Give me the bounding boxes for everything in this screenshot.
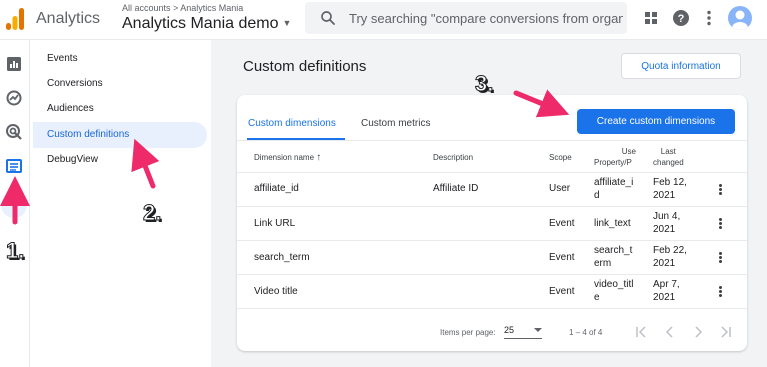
date-line1: Feb 12, — [653, 177, 687, 188]
last-changed-cell: Feb 12, 2021 — [653, 176, 687, 202]
property-line1: video_titl — [594, 279, 634, 290]
dropdown-caret-icon: ▼ — [282, 18, 292, 28]
last-changed-cell: Apr 7, 2021 — [653, 278, 680, 304]
tab-custom-metrics[interactable]: Custom metrics — [361, 118, 430, 129]
nav-item-events[interactable]: Events — [33, 46, 207, 72]
dimension-name-cell: Link URL — [254, 218, 296, 229]
column-header-property: Use Property/P — [594, 146, 636, 168]
last-changed-cell: Jun 4, 2021 — [653, 210, 680, 236]
explore-icon[interactable] — [5, 89, 23, 107]
annotation-step-3: 3. — [474, 71, 494, 97]
search-placeholder: Try searching "compare conversions from … — [349, 11, 623, 26]
property-line2: e — [594, 292, 600, 303]
column-header-dimension-name[interactable]: Dimension name ↑ — [254, 152, 321, 163]
reports-icon[interactable] — [5, 55, 23, 73]
last-page-icon[interactable] — [718, 324, 734, 340]
date-line1: Apr 7, — [653, 279, 680, 290]
previous-page-icon[interactable] — [662, 324, 678, 340]
column-header-last-changed: Last changed — [653, 146, 684, 168]
date-line1: Feb 22, — [653, 245, 687, 256]
annotation-step-2: 2. — [142, 200, 162, 226]
person-icon — [732, 10, 748, 30]
create-custom-dimensions-button[interactable]: Create custom dimensions — [577, 109, 735, 134]
date-line2: 2021 — [653, 190, 676, 201]
dropdown-caret-icon — [534, 328, 542, 332]
rail-active-indicator — [1, 192, 27, 218]
nav-rail — [0, 40, 30, 367]
row-more-icon[interactable] — [715, 251, 725, 265]
property-cell: affiliate_id — [594, 176, 633, 202]
configure-icon[interactable] — [5, 157, 23, 175]
next-page-icon[interactable] — [690, 324, 706, 340]
annotation-step-1: 1. — [5, 238, 25, 264]
dimension-name-cell: search_term — [254, 252, 310, 263]
column-header-description: Description — [433, 153, 474, 162]
property-line2: erm — [594, 258, 612, 269]
nav-item-debugview[interactable]: DebugView — [33, 147, 207, 173]
column-header-label: Dimension name — [254, 153, 315, 162]
date-line1: Jun 4, — [653, 211, 681, 222]
nav-item-custom-definitions[interactable]: Custom definitions — [33, 122, 207, 148]
column-header-property-line2: Property/P — [594, 158, 632, 167]
items-per-page-select[interactable]: 25 — [504, 325, 542, 339]
apps-grid-icon[interactable] — [642, 9, 660, 27]
column-header-scope: Scope — [549, 153, 572, 162]
dimension-name-cell: Video title — [254, 286, 298, 297]
property-selector[interactable]: Analytics Mania demo ▼ — [122, 15, 291, 33]
advertising-icon[interactable] — [5, 123, 23, 141]
first-page-icon[interactable] — [633, 324, 649, 340]
scope-cell: Event — [549, 218, 575, 229]
last-changed-cell: Feb 22, 2021 — [653, 244, 687, 270]
property-line1: affiliate_i — [594, 177, 634, 188]
page-title: Custom definitions — [243, 58, 367, 75]
row-divider — [237, 172, 747, 173]
row-more-icon[interactable] — [715, 285, 725, 299]
search-icon — [321, 11, 335, 25]
column-header-changed-line1: Last — [660, 147, 676, 156]
account-avatar[interactable] — [728, 6, 752, 30]
row-divider — [237, 240, 747, 241]
row-divider — [237, 274, 747, 275]
svg-text:?: ? — [678, 13, 685, 25]
nav-item-conversions[interactable]: Conversions — [33, 71, 207, 97]
help-icon[interactable]: ? — [672, 9, 690, 27]
property-line1: link_text — [594, 218, 631, 229]
date-line2: 2021 — [653, 292, 676, 303]
row-more-icon[interactable] — [715, 183, 725, 197]
description-cell: Affiliate ID — [433, 183, 479, 194]
analytics-logo-icon — [6, 8, 24, 30]
search-bar[interactable]: Try searching "compare conversions from … — [305, 2, 627, 34]
property-name: Analytics Mania demo — [122, 15, 279, 32]
more-vert-icon[interactable] — [700, 9, 718, 27]
sort-arrow-up-icon: ↑ — [316, 152, 322, 163]
scope-cell: Event — [549, 286, 575, 297]
property-cell: search_term — [594, 244, 632, 270]
date-line2: 2021 — [653, 224, 676, 235]
items-per-page-value: 25 — [504, 325, 515, 335]
date-line2: 2021 — [653, 258, 676, 269]
row-divider — [237, 308, 747, 309]
property-cell: link_text — [594, 217, 631, 230]
nav-item-audiences[interactable]: Audiences — [33, 96, 207, 122]
pagination-range: 1 – 4 of 4 — [569, 328, 603, 337]
property-cell: video_title — [594, 278, 633, 304]
top-bar: Analytics All accounts > Analytics Mania… — [0, 0, 767, 40]
tab-custom-dimensions[interactable]: Custom dimensions — [248, 118, 336, 129]
property-line2: d — [594, 190, 600, 201]
dimension-name-cell: affiliate_id — [254, 183, 299, 194]
column-header-property-line1: Use — [621, 147, 636, 156]
row-more-icon[interactable] — [715, 217, 725, 231]
row-divider — [237, 206, 747, 207]
custom-definitions-card: Custom dimensions Custom metrics Create … — [237, 95, 747, 351]
column-header-changed-line2: changed — [653, 158, 684, 167]
scope-cell: Event — [549, 252, 575, 263]
breadcrumb[interactable]: All accounts > Analytics Mania — [122, 3, 243, 13]
scope-cell: User — [549, 183, 571, 194]
configure-nav: Events Conversions Audiences Custom defi… — [33, 40, 211, 367]
tabs-divider — [237, 140, 747, 141]
quota-information-button[interactable]: Quota information — [621, 53, 741, 79]
items-per-page-label: Items per page: — [440, 328, 496, 337]
app-name: Analytics — [36, 10, 101, 27]
property-line1: search_t — [594, 245, 633, 256]
